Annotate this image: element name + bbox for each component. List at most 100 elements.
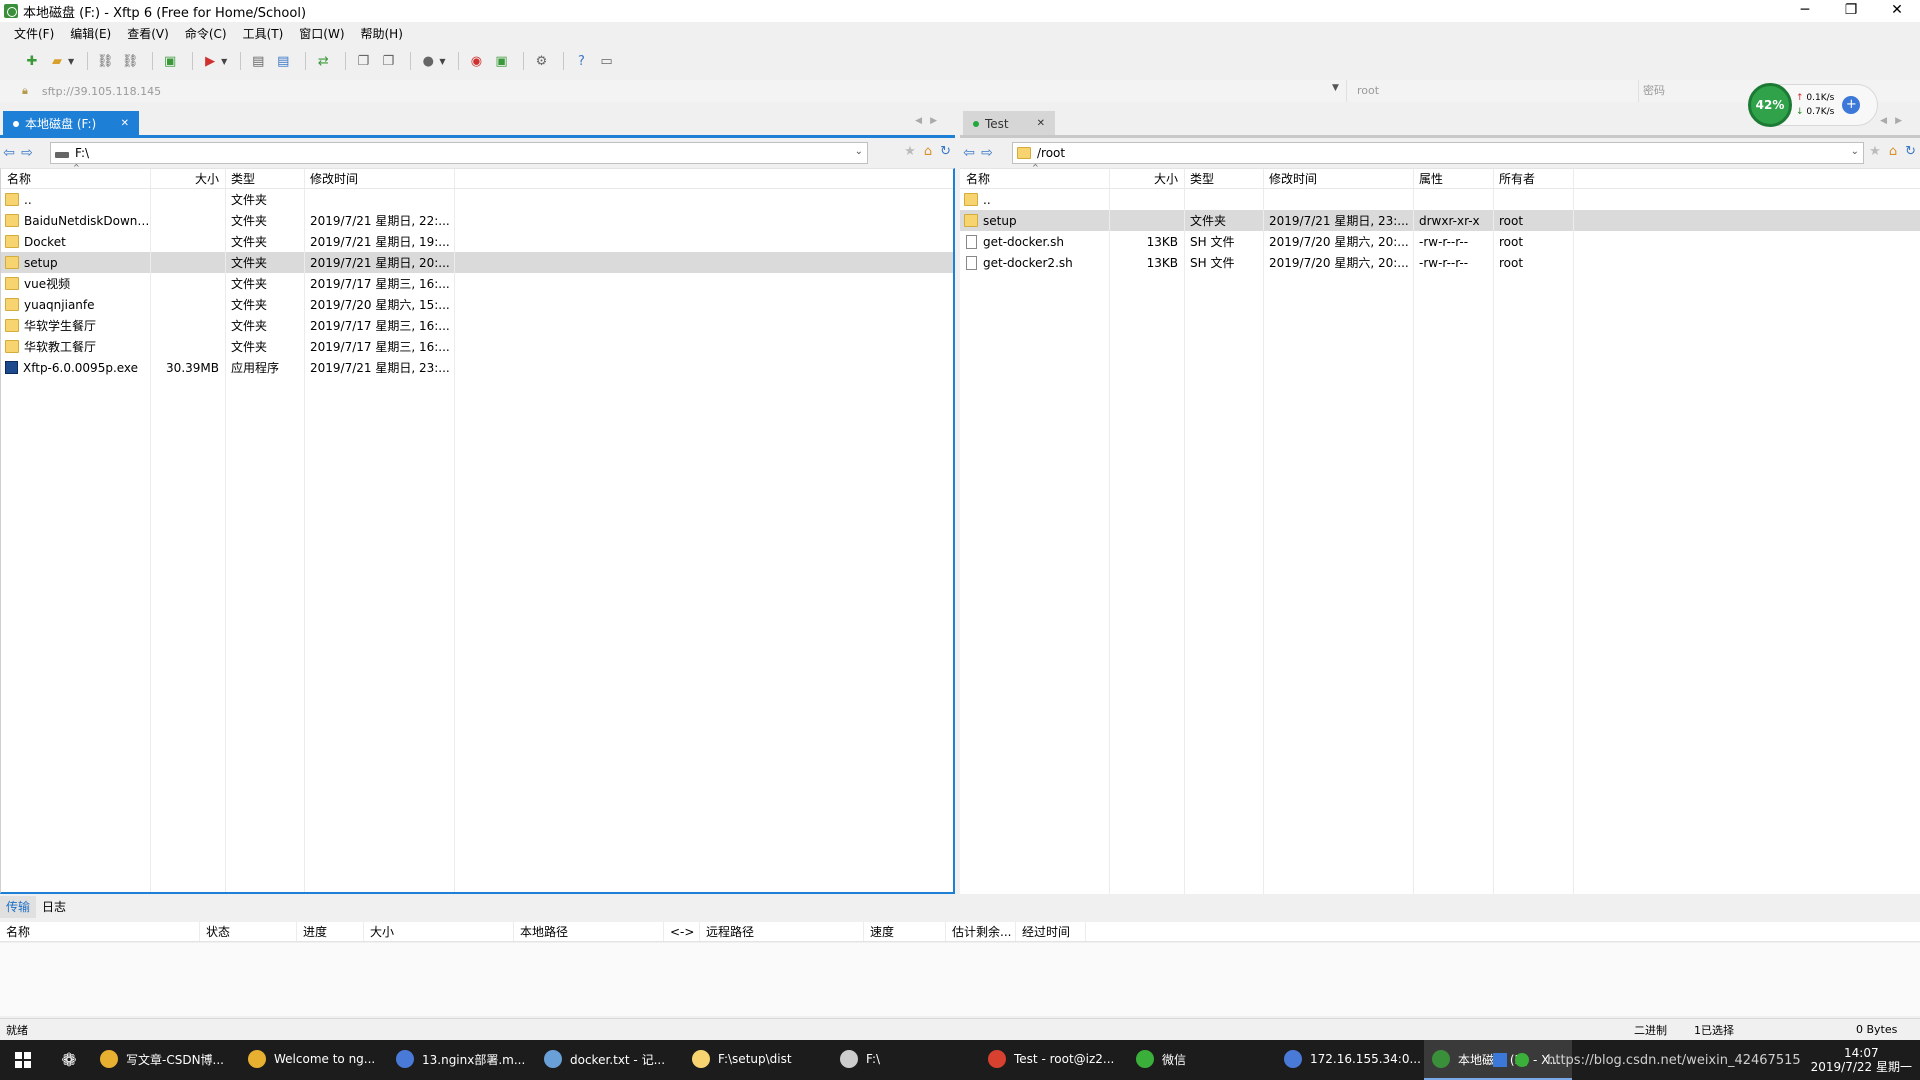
taskbar-app[interactable]: F:\setup\dist: [684, 1040, 832, 1080]
tcol-name[interactable]: 名称: [0, 922, 200, 941]
new-folder-icon[interactable]: ▣: [160, 51, 180, 71]
tab-remote-test[interactable]: Test ✕: [963, 111, 1055, 136]
col-type[interactable]: 类型: [225, 169, 304, 188]
paste-icon[interactable]: ❐: [378, 51, 398, 71]
bookmark-star-icon[interactable]: ★: [1869, 144, 1881, 159]
tcol-direction[interactable]: <->: [664, 922, 700, 941]
file-row[interactable]: vue视频 文件夹 2019/7/17 星期三, 16:...: [1, 273, 953, 294]
host-address-input[interactable]: sftp://39.105.118.145: [42, 85, 161, 98]
chat-icon[interactable]: ▭: [596, 51, 616, 71]
new-session-icon[interactable]: ✚: [22, 51, 42, 71]
forward-arrow-icon[interactable]: ⇨: [18, 145, 36, 161]
tcol-speed[interactable]: 速度: [864, 922, 946, 941]
forward-arrow-icon[interactable]: ⇨: [978, 145, 996, 161]
file-row[interactable]: Docket 文件夹 2019/7/21 星期日, 19:...: [1, 231, 953, 252]
taskbar-app[interactable]: 172.16.155.34:0...: [1276, 1040, 1424, 1080]
menu-view[interactable]: 查看(V): [127, 25, 169, 42]
col-modified[interactable]: 修改时间: [1263, 169, 1413, 188]
menu-edit[interactable]: 编辑(E): [70, 25, 111, 42]
transfer-icon[interactable]: ▶: [200, 51, 220, 71]
taskbar-clock[interactable]: 14:07 2019/7/22 星期一: [1811, 1046, 1912, 1074]
file-row[interactable]: yuaqnjianfe 文件夹 2019/7/20 星期六, 15:...: [1, 294, 953, 315]
open-folder-icon[interactable]: ▰: [47, 51, 67, 71]
col-size[interactable]: 大小: [150, 169, 225, 188]
menu-help[interactable]: 帮助(H): [361, 25, 403, 42]
task-view-button[interactable]: ❁: [46, 1040, 92, 1080]
file-row[interactable]: get-docker.sh 13KB SH 文件 2019/7/20 星期六, 20:…: [960, 231, 1920, 252]
file-row[interactable]: 华软教工餐厅 文件夹 2019/7/17 星期三, 16:...: [1, 336, 953, 357]
file-row[interactable]: Xftp-6.0.0095p.exe 30.39MB 应用程序 2019/7/21 星…: [1, 357, 953, 378]
taskbar-app[interactable]: F:\: [832, 1040, 980, 1080]
download-icon[interactable]: ▤: [273, 51, 293, 71]
menu-window[interactable]: 窗口(W): [299, 25, 344, 42]
taskbar-app[interactable]: 微信: [1128, 1040, 1276, 1080]
col-modified[interactable]: 修改时间: [304, 169, 454, 188]
menu-command[interactable]: 命令(C): [185, 25, 227, 42]
tab-close-icon[interactable]: ✕: [1037, 118, 1045, 129]
col-type[interactable]: 类型: [1184, 169, 1263, 188]
back-arrow-icon[interactable]: ⇦: [0, 145, 18, 161]
file-row[interactable]: setup 文件夹 2019/7/21 星期日, 23:... drwxr-xr-x r…: [960, 210, 1920, 231]
tcol-size[interactable]: 大小: [364, 922, 514, 941]
taskbar-app[interactable]: 13.nginx部署.m...: [388, 1040, 536, 1080]
username-input[interactable]: root: [1346, 80, 1636, 102]
bookmark-star-icon[interactable]: ★: [904, 144, 916, 159]
minimize-button[interactable]: ─: [1782, 0, 1828, 22]
taskbar-app[interactable]: 写文章-CSDN博...: [92, 1040, 240, 1080]
tab-close-icon[interactable]: ✕: [121, 118, 129, 129]
encoding-icon[interactable]: ●: [418, 51, 438, 71]
back-arrow-icon[interactable]: ⇦: [960, 145, 978, 161]
home-folder-icon[interactable]: ⌂: [924, 144, 932, 159]
taskbar-app[interactable]: Test - root@iz2...: [980, 1040, 1128, 1080]
tcol-eta[interactable]: 估计剩余...: [946, 922, 1016, 941]
tab-scroll-arrows[interactable]: ◀▶: [1880, 116, 1910, 126]
tab-scroll-arrows[interactable]: ◀▶: [915, 116, 945, 126]
xftp-icon[interactable]: ▣: [491, 51, 511, 71]
tcol-local-path[interactable]: 本地路径: [514, 922, 664, 941]
encoding-dropdown-icon[interactable]: ▼: [439, 57, 445, 66]
remote-path-input[interactable]: /root ⌄: [1012, 142, 1864, 164]
open-dropdown-icon[interactable]: ▼: [68, 57, 74, 66]
password-input[interactable]: 密码: [1638, 80, 1728, 102]
close-button[interactable]: ✕: [1874, 0, 1920, 22]
menu-tools[interactable]: 工具(T): [243, 25, 284, 42]
col-attributes[interactable]: 属性: [1413, 169, 1493, 188]
col-owner[interactable]: 所有者: [1493, 169, 1573, 188]
help-icon[interactable]: ?: [571, 51, 591, 71]
disconnect-icon[interactable]: ⛓: [120, 51, 140, 71]
upload-icon[interactable]: ▤: [248, 51, 268, 71]
status-mode[interactable]: 二进制: [1634, 1022, 1667, 1038]
file-row[interactable]: get-docker2.sh 13KB SH 文件 2019/7/20 星期六, 20…: [960, 252, 1920, 273]
tab-log[interactable]: 日志: [36, 896, 72, 918]
tcol-progress[interactable]: 进度: [297, 922, 364, 941]
file-row[interactable]: .. 文件夹: [1, 189, 953, 210]
refresh-icon[interactable]: ↻: [940, 144, 951, 159]
restore-button[interactable]: ❐: [1828, 0, 1874, 22]
tcol-remote-path[interactable]: 远程路径: [700, 922, 864, 941]
path-dropdown-icon[interactable]: ⌄: [855, 146, 863, 157]
copy-icon[interactable]: ❐: [353, 51, 373, 71]
menu-file[interactable]: 文件(F): [14, 25, 54, 42]
path-dropdown-icon[interactable]: ⌄: [1851, 146, 1859, 157]
tcol-elapsed[interactable]: 经过时间: [1016, 922, 1086, 941]
taskbar-app[interactable]: docker.txt - 记...: [536, 1040, 684, 1080]
connect-icon[interactable]: ⛓: [95, 51, 115, 71]
tab-local-disk[interactable]: 本地磁盘 (F:) ✕: [3, 111, 139, 136]
taskbar-app[interactable]: Welcome to ng...: [240, 1040, 388, 1080]
host-dropdown-icon[interactable]: ▼: [1332, 83, 1339, 93]
tray-app-icon[interactable]: [1493, 1053, 1508, 1067]
tray-wechat-icon[interactable]: [1515, 1053, 1530, 1067]
local-path-input[interactable]: F:\ ⌄: [50, 142, 868, 164]
file-row[interactable]: 华软学生餐厅 文件夹 2019/7/17 星期三, 16:...: [1, 315, 953, 336]
sync-icon[interactable]: ⇄: [313, 51, 333, 71]
file-row[interactable]: setup 文件夹 2019/7/21 星期日, 20:...: [1, 252, 953, 273]
settings-gear-icon[interactable]: ⚙: [531, 51, 551, 71]
tab-transfer[interactable]: 传输: [0, 896, 37, 918]
refresh-icon[interactable]: ↻: [1905, 144, 1916, 159]
col-size[interactable]: 大小: [1109, 169, 1184, 188]
start-button[interactable]: [0, 1040, 46, 1080]
file-row[interactable]: ..: [960, 189, 1920, 210]
transfer-dropdown-icon[interactable]: ▼: [221, 57, 227, 66]
home-folder-icon[interactable]: ⌂: [1889, 144, 1897, 159]
file-row[interactable]: BaiduNetdiskDownl... 文件夹 2019/7/21 星期日, 22…: [1, 210, 953, 231]
